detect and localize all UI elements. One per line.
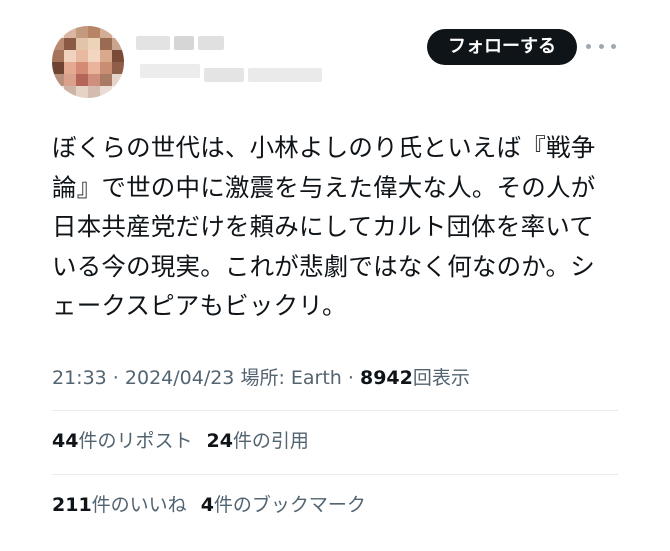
likes-label: 件のいいね — [91, 494, 187, 516]
user-name-obscured[interactable] — [136, 32, 336, 82]
tweet-time[interactable]: 21:33 — [52, 367, 107, 389]
likes-stat[interactable]: 211件のいいね — [52, 492, 187, 518]
views-label: 回表示 — [412, 367, 470, 389]
quotes-label: 件の引用 — [232, 430, 309, 452]
bookmarks-count: 4 — [200, 494, 214, 516]
stats-row-shares: 44件のリポスト 24件の引用 — [52, 428, 618, 454]
more-dot — [611, 43, 616, 49]
divider — [52, 410, 618, 411]
more-dot — [598, 43, 604, 49]
bookmarks-stat[interactable]: 4件のブックマーク — [201, 492, 366, 518]
tweet-date[interactable]: 2024/04/23 — [125, 367, 235, 389]
reposts-count: 44 — [52, 430, 79, 452]
meta-separator: · — [106, 367, 125, 389]
avatar[interactable] — [52, 26, 124, 98]
reposts-label: 件のリポスト — [78, 430, 193, 452]
follow-button[interactable]: フォローする — [427, 29, 577, 65]
quotes-stat[interactable]: 24件の引用 — [206, 428, 308, 454]
tweet-text: ぼくらの世代は、小林よしのり氏といえば『戦争論』で世の中に激震を与えた偉大な人。… — [52, 133, 596, 320]
tweet-location: 場所: Earth — [234, 367, 342, 389]
quotes-count: 24 — [206, 430, 233, 452]
meta-separator: · — [341, 367, 360, 389]
views-count: 8942 — [359, 367, 413, 389]
likes-count: 211 — [52, 494, 92, 516]
bookmarks-label: 件のブックマーク — [213, 494, 366, 516]
more-horizontal-icon[interactable] — [586, 36, 616, 56]
reposts-stat[interactable]: 44件のリポスト — [52, 428, 192, 454]
more-dot — [586, 43, 591, 49]
tweet-detail: フォローする ぼくらの世代は、小林よしのり氏といえば『戦争論』で世の中に激震を与… — [0, 0, 670, 551]
divider — [52, 474, 618, 475]
tweet-meta: 21:33 · 2024/04/23 場所: Earth · 8942回表示 — [52, 365, 618, 391]
stats-row-engagement: 211件のいいね 4件のブックマーク — [52, 492, 618, 518]
